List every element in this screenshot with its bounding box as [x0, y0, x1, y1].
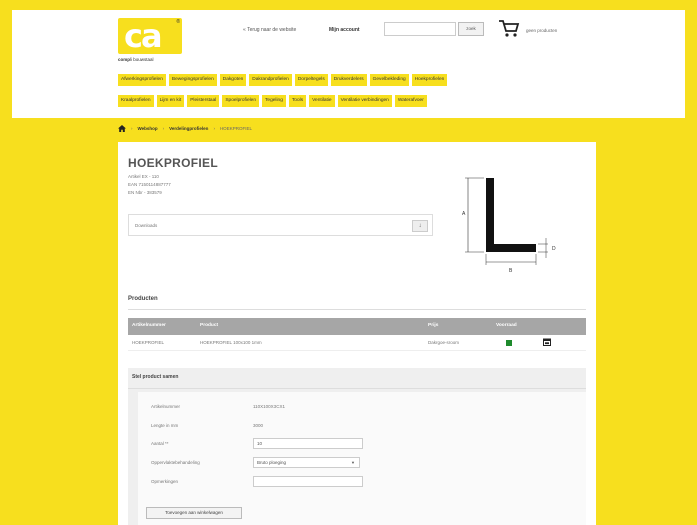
- home-icon[interactable]: [118, 125, 126, 132]
- nav-item-hoekprofielen[interactable]: Hoekprofielen: [411, 74, 448, 86]
- breadcrumb: › Webshop › Verdelingprofielen › HOEKPRO…: [118, 125, 252, 132]
- chevron-down-icon: ▼: [351, 460, 355, 465]
- search-input[interactable]: [384, 22, 456, 36]
- field-label-length: Lengte in mm: [151, 423, 179, 428]
- nav-item-ventilatie-verbindingen[interactable]: Ventilatie verbindingen: [337, 95, 392, 107]
- registered-mark: ®: [176, 19, 180, 25]
- logo-text: ca: [124, 17, 163, 55]
- breadcrumb-current: HOEKPROFIEL: [219, 126, 252, 131]
- nav-item-dakgoten[interactable]: Dakgoten: [219, 74, 247, 86]
- stock-indicator: [506, 340, 512, 346]
- field-label-remarks: Opmerkingen: [151, 479, 179, 484]
- cart-status[interactable]: geen producten: [526, 28, 557, 33]
- downloads-label: Downloads: [135, 223, 158, 228]
- calendar-icon[interactable]: [543, 338, 551, 346]
- category-nav-row-1: Afwerkingsprofielen Bewegingsprofielen Dak…: [118, 74, 448, 86]
- dimension-b-label: B: [509, 268, 513, 274]
- nav-item-dorpeltegels[interactable]: Dorpeltegels: [294, 74, 328, 86]
- remarks-input[interactable]: [253, 476, 363, 487]
- column-header-article: Artikelnummer: [132, 323, 166, 328]
- table-row[interactable]: HOEKPROFIEL HOEKPROFIEL 100x100 1mm Dakr…: [128, 335, 586, 351]
- nav-item-tegeling[interactable]: Tegeling: [262, 95, 286, 107]
- field-value-length: 3000: [253, 423, 264, 428]
- my-account-link[interactable]: Mijn account: [329, 27, 360, 33]
- angle-profile-shape: [486, 178, 536, 252]
- nav-item-afwerkingsprofielen[interactable]: Afwerkingsprofielen: [118, 74, 166, 86]
- download-icon[interactable]: ↓: [412, 220, 428, 232]
- column-header-product: Product: [200, 323, 219, 328]
- divider: [128, 388, 586, 389]
- product-card: HOEKPROFIEL Artikel EX - 110 EAN 7150114…: [118, 142, 596, 525]
- page-title: HOEKPROFIEL: [128, 156, 218, 170]
- back-to-website-link[interactable]: « Terug naar de website: [243, 27, 296, 33]
- nav-item-pleisterstaal[interactable]: Pleisterstaal: [187, 95, 220, 107]
- cell-price: Dakrgoe-sroom: [428, 340, 460, 345]
- cell-product: HOEKPROFIEL 100x100 1mm: [200, 340, 262, 345]
- quantity-input[interactable]: 10: [253, 438, 363, 449]
- column-header-price: Prijs: [428, 323, 439, 328]
- breadcrumb-separator: ›: [131, 126, 133, 131]
- angle-profile-diagram: A B D: [462, 177, 556, 274]
- category-nav-row-2: Kraalprofielen Lijm en kit Pleisterstaal Sp…: [118, 95, 427, 107]
- table-header: Artikelnummer Product Prijs Voorraad: [128, 318, 586, 335]
- products-table: Artikelnummer Product Prijs Voorraad HOE…: [128, 318, 586, 351]
- nav-item-dakrandprofielen[interactable]: Dakrandprofielen: [249, 74, 292, 86]
- dimension-d-label: D: [552, 246, 556, 252]
- order-form-body: Artikelnummer 110X100X3CX1 Lengte in mm …: [138, 392, 586, 525]
- downloads-panel: Downloads ↓: [128, 214, 433, 236]
- order-form-title: Stel product samen: [132, 374, 179, 380]
- nav-item-kraalprofielen[interactable]: Kraalprofielen: [118, 95, 154, 107]
- field-label-quantity: Aantal **: [151, 441, 169, 446]
- breadcrumb-webshop[interactable]: Webshop: [138, 126, 158, 131]
- nav-item-spoelprofielen[interactable]: Spoelprofielen: [222, 95, 260, 107]
- field-value-article: 110X100X3CX1: [253, 404, 285, 409]
- section-divider: [128, 309, 586, 310]
- nav-item-gevelbekleding[interactable]: Gevelbekleding: [369, 74, 409, 86]
- breadcrumb-category[interactable]: Verdelingprofielen: [169, 126, 208, 131]
- surface-treatment-value: Bruto ploeging: [257, 460, 287, 465]
- order-form: Stel product samen Artikelnummer 110X100…: [128, 368, 586, 525]
- nav-item-ventilatie[interactable]: Ventilatie: [309, 95, 335, 107]
- surface-treatment-select[interactable]: Bruto ploeging ▼: [253, 457, 360, 468]
- cart-icon[interactable]: [498, 18, 520, 38]
- product-meta-en: EN Nbr - 383579: [128, 190, 162, 195]
- column-header-stock: Voorraad: [496, 323, 517, 328]
- nav-item-waterafvoer[interactable]: Waterafvoer: [394, 95, 427, 107]
- add-to-cart-button[interactable]: Toevoegen aan winkelwagen: [146, 507, 242, 519]
- brand-tagline: compli bouwstaal: [118, 57, 154, 62]
- search-button[interactable]: zoek: [458, 22, 484, 36]
- nav-item-tools[interactable]: Tools: [288, 95, 307, 107]
- nav-item-drukverdelers[interactable]: Drukverdelers: [330, 74, 367, 86]
- dimension-a-label: A: [462, 211, 466, 217]
- cell-article: HOEKPROFIEL: [132, 340, 165, 345]
- field-label-article: Artikelnummer: [151, 404, 181, 409]
- nav-item-bewegingsprofielen[interactable]: Bewegingsprofielen: [168, 74, 217, 86]
- breadcrumb-separator: ›: [213, 126, 215, 131]
- breadcrumb-separator: ›: [162, 126, 165, 131]
- field-label-surface: Oppervlaktebehandeling: [151, 460, 200, 465]
- brand-logo[interactable]: ca ®: [118, 18, 182, 54]
- products-section-title: Producten: [128, 296, 158, 302]
- product-meta-article: Artikel EX - 110: [128, 174, 159, 179]
- product-meta-ean: EAN 7150114887777: [128, 182, 171, 187]
- nav-item-lijm-en-kit[interactable]: Lijm en kit: [156, 95, 185, 107]
